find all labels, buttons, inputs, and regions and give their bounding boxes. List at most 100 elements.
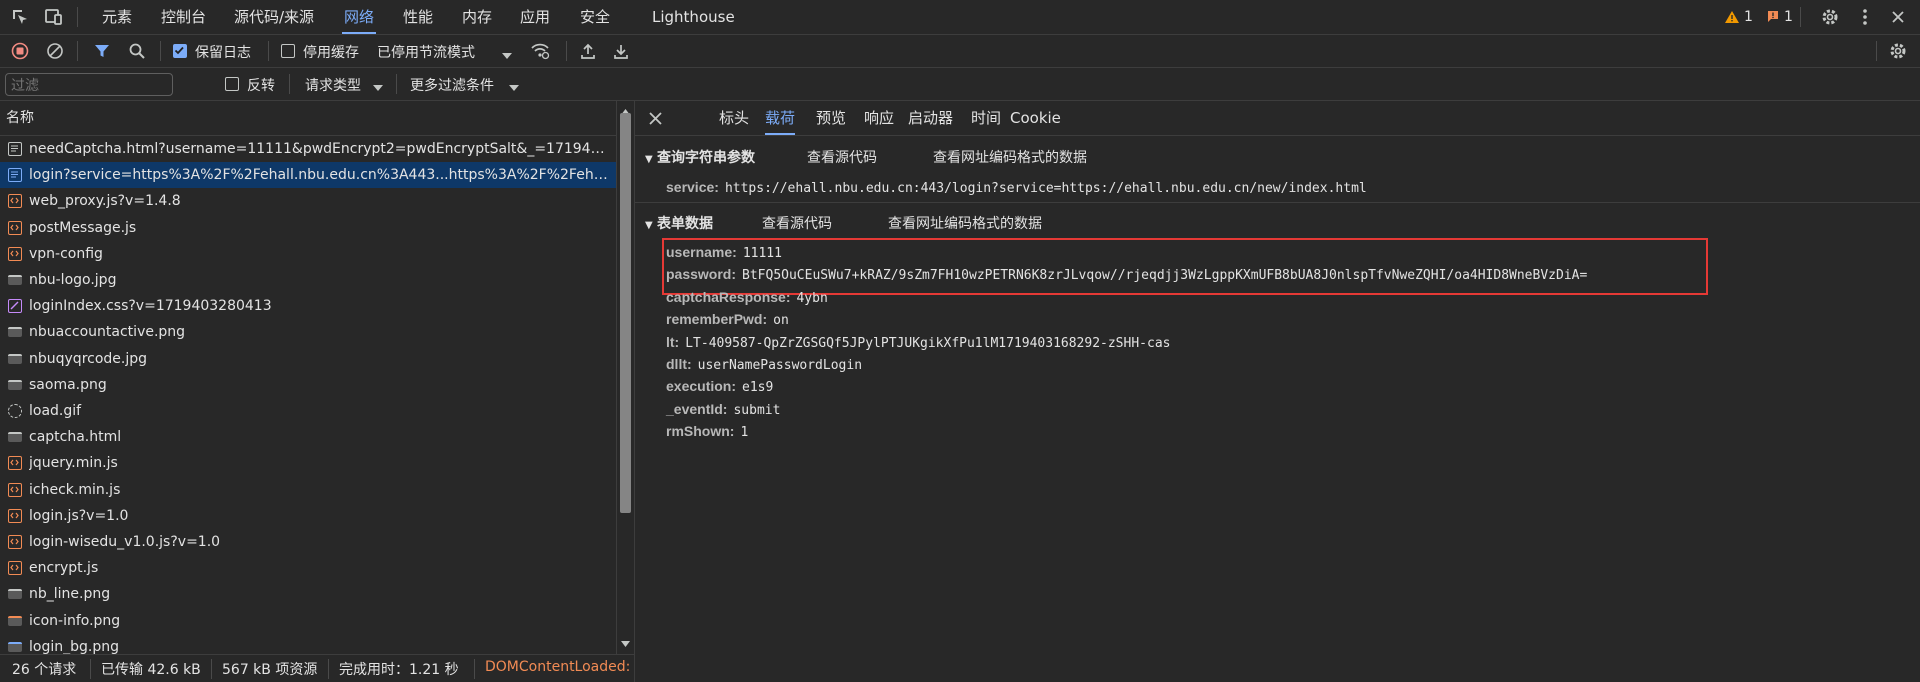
- image-icon: [8, 275, 22, 285]
- filter-input[interactable]: [5, 73, 173, 96]
- invert-checkbox[interactable]: [225, 77, 239, 91]
- tab-6[interactable]: 应用: [518, 0, 552, 34]
- request-row[interactable]: icon-info.png: [0, 608, 616, 634]
- request-row[interactable]: needCaptcha.html?username=11111&pwdEncry…: [0, 136, 616, 162]
- more-filters-dropdown[interactable]: 更多过滤条件: [410, 75, 494, 95]
- divider: [77, 41, 78, 61]
- detail-tab-2[interactable]: 预览: [816, 101, 846, 135]
- request-row[interactable]: login-wisedu_v1.0.js?v=1.0: [0, 529, 616, 555]
- divider: [566, 41, 567, 61]
- network-conditions-wifi-icon[interactable]: [528, 39, 552, 63]
- clear-icon[interactable]: [43, 39, 67, 63]
- gif-icon: [8, 404, 22, 418]
- issue-flag-icon: [1768, 11, 1778, 22]
- request-row[interactable]: postMessage.js: [0, 215, 616, 241]
- request-row[interactable]: login.js?v=1.0: [0, 503, 616, 529]
- detail-tab-0[interactable]: 标头: [719, 101, 749, 135]
- divider: [77, 7, 78, 27]
- detail-tab-1[interactable]: 载荷: [765, 101, 796, 135]
- more-options-icon[interactable]: [1853, 5, 1877, 29]
- request-row[interactable]: jquery.min.js: [0, 450, 616, 476]
- request-row[interactable]: icheck.min.js: [0, 477, 616, 503]
- record-stop-icon[interactable]: [8, 39, 32, 63]
- divider: [160, 41, 161, 61]
- query-params-section-header[interactable]: ▼ 查询字符串参数: [645, 147, 755, 167]
- request-name: web_proxy.js?v=1.4.8: [29, 193, 181, 210]
- tab-4[interactable]: 性能: [401, 0, 435, 34]
- export-har-download-icon[interactable]: [609, 39, 633, 63]
- tab-1[interactable]: 控制台: [159, 0, 208, 34]
- request-name: loginIndex.css?v=1719403280413: [29, 298, 272, 315]
- divider: [635, 202, 1920, 203]
- request-row[interactable]: nbu-logo.jpg: [0, 267, 616, 293]
- chevron-down-icon: [502, 48, 512, 64]
- request-type-dropdown[interactable]: 请求类型: [305, 75, 361, 95]
- request-row[interactable]: captcha.html: [0, 424, 616, 450]
- device-toolbar-icon[interactable]: [42, 5, 66, 29]
- issues-badge[interactable]: 1: [1766, 9, 1793, 25]
- name-column-header[interactable]: 名称: [0, 101, 616, 136]
- detail-tab-3[interactable]: 响应: [864, 101, 894, 135]
- tab-8[interactable]: Lighthouse: [650, 0, 737, 34]
- request-row[interactable]: encrypt.js: [0, 555, 616, 581]
- request-row[interactable]: saoma.png: [0, 372, 616, 398]
- import-har-upload-icon[interactable]: [576, 39, 600, 63]
- detail-tab-6[interactable]: Cookie: [1010, 101, 1061, 135]
- request-row[interactable]: nb_line.png: [0, 581, 616, 607]
- request-list-scrollbar[interactable]: [616, 101, 634, 654]
- form-view-url-encoded-link[interactable]: 查看网址编码格式的数据: [888, 213, 1042, 233]
- script-icon: [8, 508, 22, 523]
- form-data-section-header[interactable]: ▼ 表单数据: [645, 213, 713, 233]
- request-name: needCaptcha.html?username=11111&pwdEncry…: [29, 141, 609, 157]
- request-row[interactable]: web_proxy.js?v=1.4.8: [0, 188, 616, 214]
- settings-gear-icon[interactable]: [1818, 5, 1842, 29]
- param-value: 1: [740, 425, 749, 441]
- image-icon: [8, 379, 22, 390]
- network-settings-gear-icon[interactable]: [1886, 39, 1910, 63]
- param-key: password:: [666, 266, 737, 283]
- request-row[interactable]: nbuaccountactive.png: [0, 319, 616, 345]
- request-row[interactable]: vpn-config: [0, 241, 616, 267]
- preserve-log-checkbox[interactable]: [173, 44, 187, 58]
- script-icon: [8, 194, 22, 209]
- detail-tab-4[interactable]: 启动器: [908, 101, 953, 135]
- detail-tab-5[interactable]: 时间: [971, 101, 1001, 135]
- filter-funnel-icon[interactable]: [90, 39, 114, 63]
- image-icon: [8, 589, 22, 600]
- query-view-url-encoded-link[interactable]: 查看网址编码格式的数据: [933, 147, 1087, 167]
- param-key: service:: [666, 179, 719, 195]
- request-row[interactable]: loginIndex.css?v=1719403280413: [0, 293, 616, 319]
- request-name: postMessage.js: [29, 219, 137, 236]
- throttling-select[interactable]: 已停用节流模式: [377, 42, 475, 62]
- form-param-row: captchaResponse: 4ybn: [666, 286, 828, 308]
- inspect-element-icon[interactable]: [8, 5, 32, 29]
- tab-5[interactable]: 内存: [460, 0, 494, 34]
- tab-2[interactable]: 源代码/来源: [232, 0, 316, 34]
- request-name: icon-info.png: [29, 612, 121, 629]
- image-icon: [8, 327, 22, 338]
- close-detail-icon[interactable]: [649, 112, 662, 129]
- request-row[interactable]: nbuqyqrcode.jpg: [0, 346, 616, 372]
- scrollbar-thumb[interactable]: [620, 113, 631, 513]
- warnings-badge[interactable]: 1: [1724, 9, 1753, 25]
- form-view-source-link[interactable]: 查看源代码: [762, 213, 832, 233]
- tab-0[interactable]: 元素: [100, 0, 134, 34]
- tab-3[interactable]: 网络: [342, 0, 377, 34]
- detail-tabs: 标头 载荷 预览 响应 启动器 时间 Cookie: [635, 101, 1920, 136]
- query-view-source-link[interactable]: 查看源代码: [807, 147, 877, 167]
- style-icon: [8, 299, 22, 314]
- close-devtools-icon[interactable]: [1886, 5, 1910, 29]
- request-name: saoma.png: [29, 376, 107, 393]
- request-row[interactable]: login?service=https%3A%2F%2Fehall.nbu.ed…: [0, 162, 616, 189]
- request-row[interactable]: load.gif: [0, 398, 616, 424]
- form-param-row: lt: LT-409587-QpZrZGSGQf5JPylPTJUKgikXfPu…: [666, 331, 1170, 353]
- request-detail-panel: 标头 载荷 预览 响应 启动器 时间 Cookie ▼ 查询字符串参数 查看源代码 查看网址编…: [635, 101, 1920, 682]
- query-param-row: service: https://ehall.nbu.edu.cn:443/log…: [666, 176, 1367, 198]
- divider: [268, 41, 269, 61]
- search-icon[interactable]: [125, 39, 149, 63]
- tab-7[interactable]: 安全: [578, 0, 612, 34]
- request-name: nbu-logo.jpg: [29, 272, 117, 288]
- scroll-down-icon[interactable]: [621, 635, 630, 651]
- request-name: encrypt.js: [29, 560, 99, 577]
- disable-cache-checkbox[interactable]: [281, 44, 295, 58]
